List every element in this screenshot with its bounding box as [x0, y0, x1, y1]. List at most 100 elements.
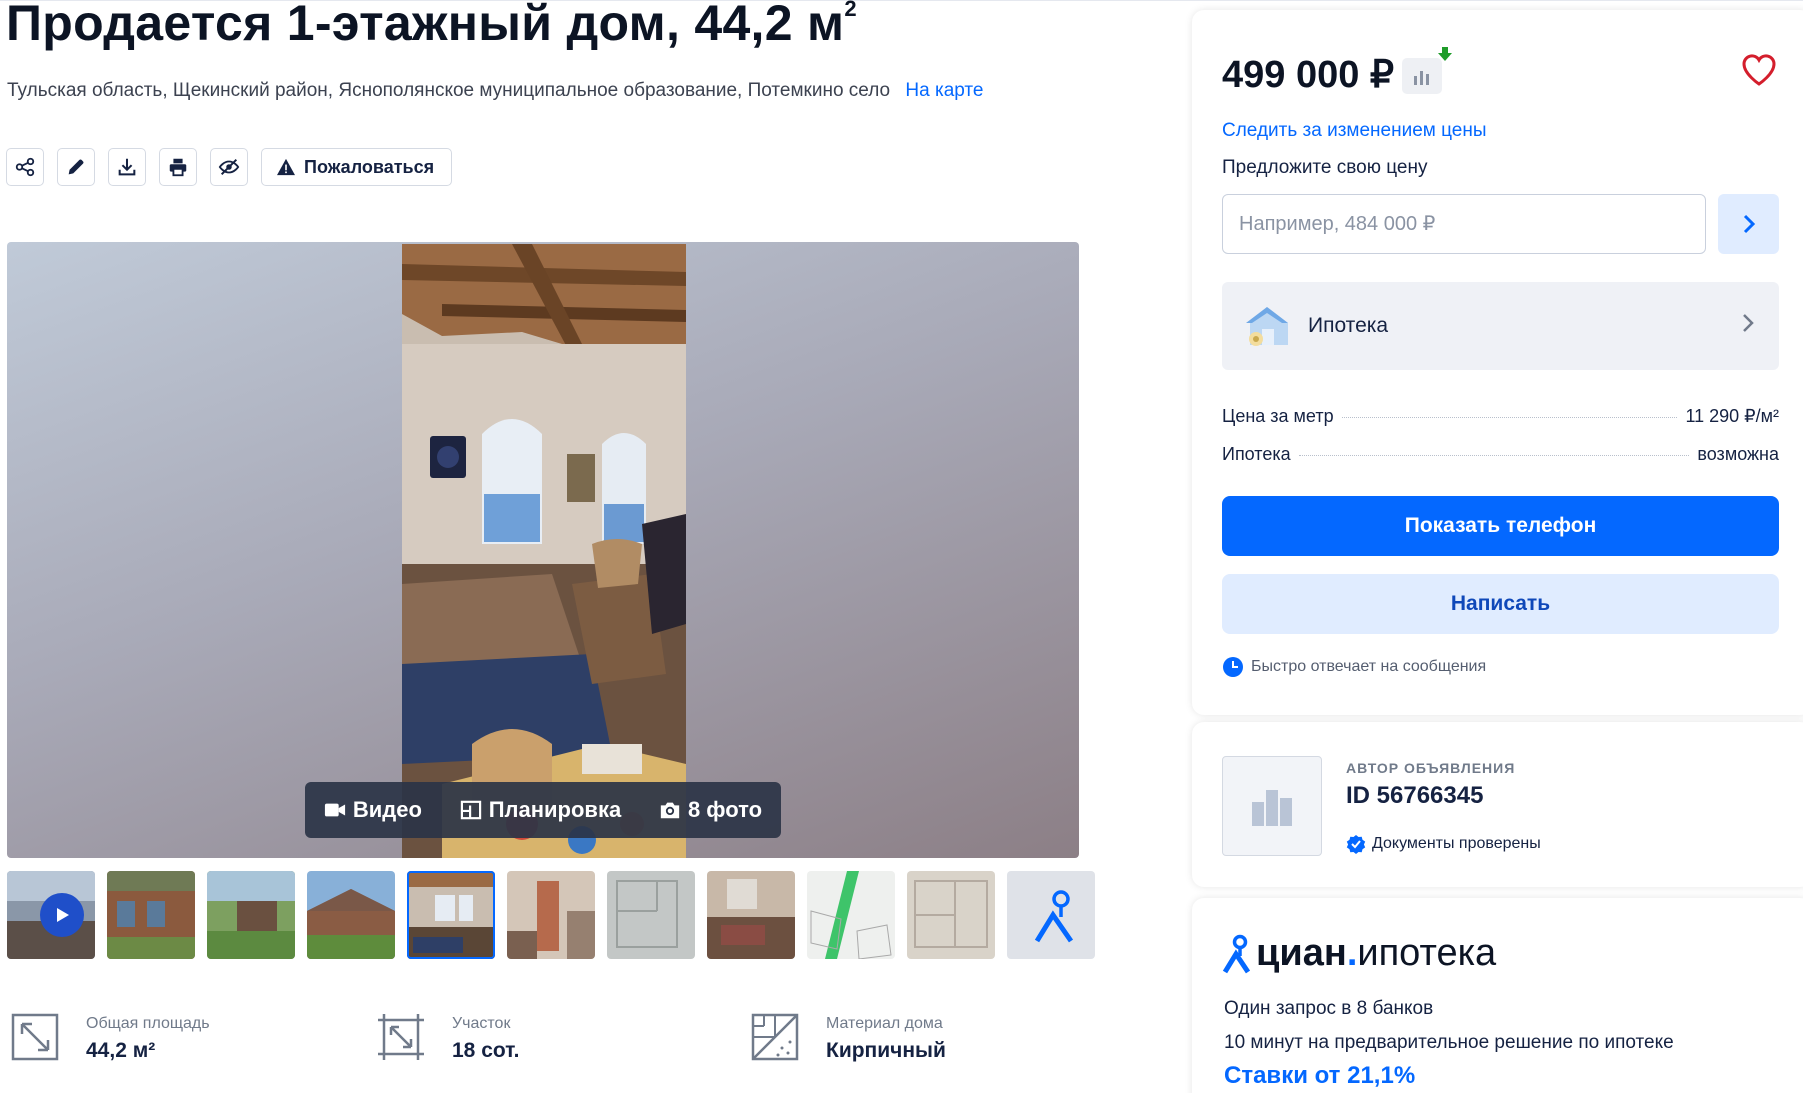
reply-note-text: Быстро отвечает на сообщения	[1251, 658, 1487, 675]
listing-title: Продается 1-этажный дом, 44,2 м2	[6, 0, 857, 52]
download-icon	[118, 158, 136, 176]
feature-label: Участок	[452, 1015, 511, 1032]
author-label: АВТОР ОБЪЯВЛЕНИЯ	[1346, 760, 1516, 776]
documents-verified-text: Документы проверены	[1372, 835, 1541, 852]
info-label: Ипотека	[1222, 444, 1291, 464]
dotted-leader	[1298, 455, 1690, 456]
listing-title-text: Продается 1-этажный дом, 44,2 м	[6, 0, 845, 51]
plot-icon	[378, 1014, 424, 1060]
price-history-button[interactable]	[1402, 58, 1442, 94]
material-icon	[751, 1013, 799, 1061]
mortgage-promo-line-1: Один запрос в 8 банков	[1224, 998, 1434, 1019]
download-button[interactable]	[108, 148, 146, 186]
address: Тульская область, Щекинский район, Ясноп…	[7, 80, 983, 102]
chevron-right-icon	[1743, 214, 1755, 234]
mortgage-banner[interactable]: Ипотека	[1222, 282, 1779, 370]
price-per-meter-row: Цена за метр 11 290 ₽/м²	[1222, 406, 1779, 427]
feature-material: Материал дома Кирпичный	[750, 1012, 946, 1063]
play-icon	[40, 893, 84, 937]
main-photo	[402, 244, 686, 858]
video-tab[interactable]: Видео	[324, 797, 422, 823]
house-icon	[1246, 307, 1288, 346]
thumbnail-plan[interactable]	[607, 871, 695, 959]
thumbnail-map-pin[interactable]	[1007, 871, 1095, 959]
verified-badge-icon	[1346, 835, 1366, 854]
thumbnail-map[interactable]	[807, 871, 895, 959]
feature-label: Общая площадь	[86, 1015, 210, 1032]
floor-plan-icon	[460, 800, 481, 820]
clock-icon	[1223, 657, 1243, 677]
cian-pin-icon	[1007, 871, 1095, 959]
info-label: Цена за метр	[1222, 406, 1334, 426]
share-icon	[15, 157, 35, 177]
offer-submit-button[interactable]	[1718, 194, 1779, 254]
listing-page: Продается 1-этажный дом, 44,2 м2 Тульска…	[0, 0, 1803, 1093]
offer-price-input[interactable]	[1222, 194, 1706, 254]
photos-label: 8 фото	[687, 797, 763, 822]
thumbnail-photo[interactable]	[307, 871, 395, 959]
mortgage-promo-line-2: 10 минут на предварительное решение по и…	[1224, 1032, 1674, 1053]
thumbnail-plan[interactable]	[907, 871, 995, 959]
offer-price-label: Предложите свою цену	[1222, 157, 1428, 178]
thumbnail-photo[interactable]	[507, 871, 595, 959]
cian-dot: .	[1346, 932, 1358, 974]
cian-logo-icon	[1222, 934, 1251, 973]
camera-icon	[660, 802, 680, 819]
photo-gallery[interactable]: Видео Планировка 8 фото	[7, 242, 1079, 858]
plan-tab[interactable]: Планировка	[460, 797, 621, 823]
feature-value: Кирпичный	[826, 1039, 946, 1062]
cian-product: ипотека	[1357, 932, 1497, 974]
thumbnail-strip	[7, 871, 1095, 959]
complain-label: Пожаловаться	[304, 156, 435, 177]
cian-mortgage-logo: циан. ипотека	[1222, 932, 1496, 975]
thumbnail-photo[interactable]	[207, 871, 295, 959]
mortgage-row: Ипотека возможна	[1222, 444, 1779, 465]
action-toolbar: Пожаловаться	[6, 148, 453, 186]
title-superscript: 2	[844, 0, 857, 21]
price-card: 499 000 ₽ Следить за изменением цены Пре…	[1192, 10, 1803, 715]
edit-button[interactable]	[57, 148, 95, 186]
thumbnail-photo[interactable]	[107, 871, 195, 959]
map-link[interactable]: На карте	[905, 80, 983, 101]
address-text: Тульская область, Щекинский район, Ясноп…	[7, 80, 891, 101]
feature-value: 44,2 м²	[86, 1039, 156, 1062]
show-phone-button[interactable]: Показать телефон	[1222, 496, 1779, 556]
hide-button[interactable]	[210, 148, 248, 186]
area-icon	[11, 1013, 59, 1061]
price: 499 000 ₽	[1222, 54, 1395, 96]
documents-verified: Документы проверены	[1346, 834, 1541, 854]
share-button[interactable]	[6, 148, 44, 186]
photos-tab[interactable]: 8 фото	[659, 797, 762, 823]
thumbnail-photo[interactable]	[707, 871, 795, 959]
edit-icon	[68, 159, 84, 175]
write-message-button[interactable]: Написать	[1222, 574, 1779, 634]
print-icon	[169, 158, 187, 177]
author-card: АВТОР ОБЪЯВЛЕНИЯ ID 56766345 Документы п…	[1192, 722, 1803, 887]
mortgage-rate-link[interactable]: Ставки от 21,1%	[1224, 1062, 1415, 1090]
info-value: 11 290 ₽/м²	[1685, 406, 1779, 426]
chevron-right-icon	[1743, 314, 1754, 332]
dotted-leader	[1341, 417, 1678, 418]
thumbnail-photo-active[interactable]	[407, 871, 495, 959]
building-icon	[1252, 790, 1292, 826]
feature-total-area: Общая площадь 44,2 м²	[10, 1012, 210, 1063]
author-id[interactable]: ID 56766345	[1346, 782, 1483, 810]
print-button[interactable]	[159, 148, 197, 186]
complain-button[interactable]: Пожаловаться	[261, 148, 453, 186]
media-bar: Видео Планировка 8 фото	[305, 782, 781, 838]
favorite-heart-icon[interactable]	[1739, 50, 1779, 90]
feature-value: 18 сот.	[452, 1039, 520, 1062]
hide-icon	[218, 158, 240, 176]
plan-label: Планировка	[488, 797, 622, 822]
thumbnail-video[interactable]	[7, 871, 95, 959]
feature-label: Материал дома	[826, 1015, 943, 1032]
avatar[interactable]	[1222, 756, 1322, 856]
warning-icon	[277, 158, 295, 176]
video-camera-icon	[324, 803, 345, 817]
feature-plot: Участок 18 сот.	[376, 1012, 519, 1063]
price-down-arrow-icon	[1438, 47, 1452, 61]
mortgage-label: Ипотека	[1308, 314, 1389, 337]
reply-note: Быстро отвечает на сообщения	[1222, 656, 1486, 678]
track-price-link[interactable]: Следить за изменением цены	[1222, 120, 1487, 142]
cian-mortgage-card: циан. ипотека Один запрос в 8 банков 10 м…	[1192, 898, 1803, 1093]
